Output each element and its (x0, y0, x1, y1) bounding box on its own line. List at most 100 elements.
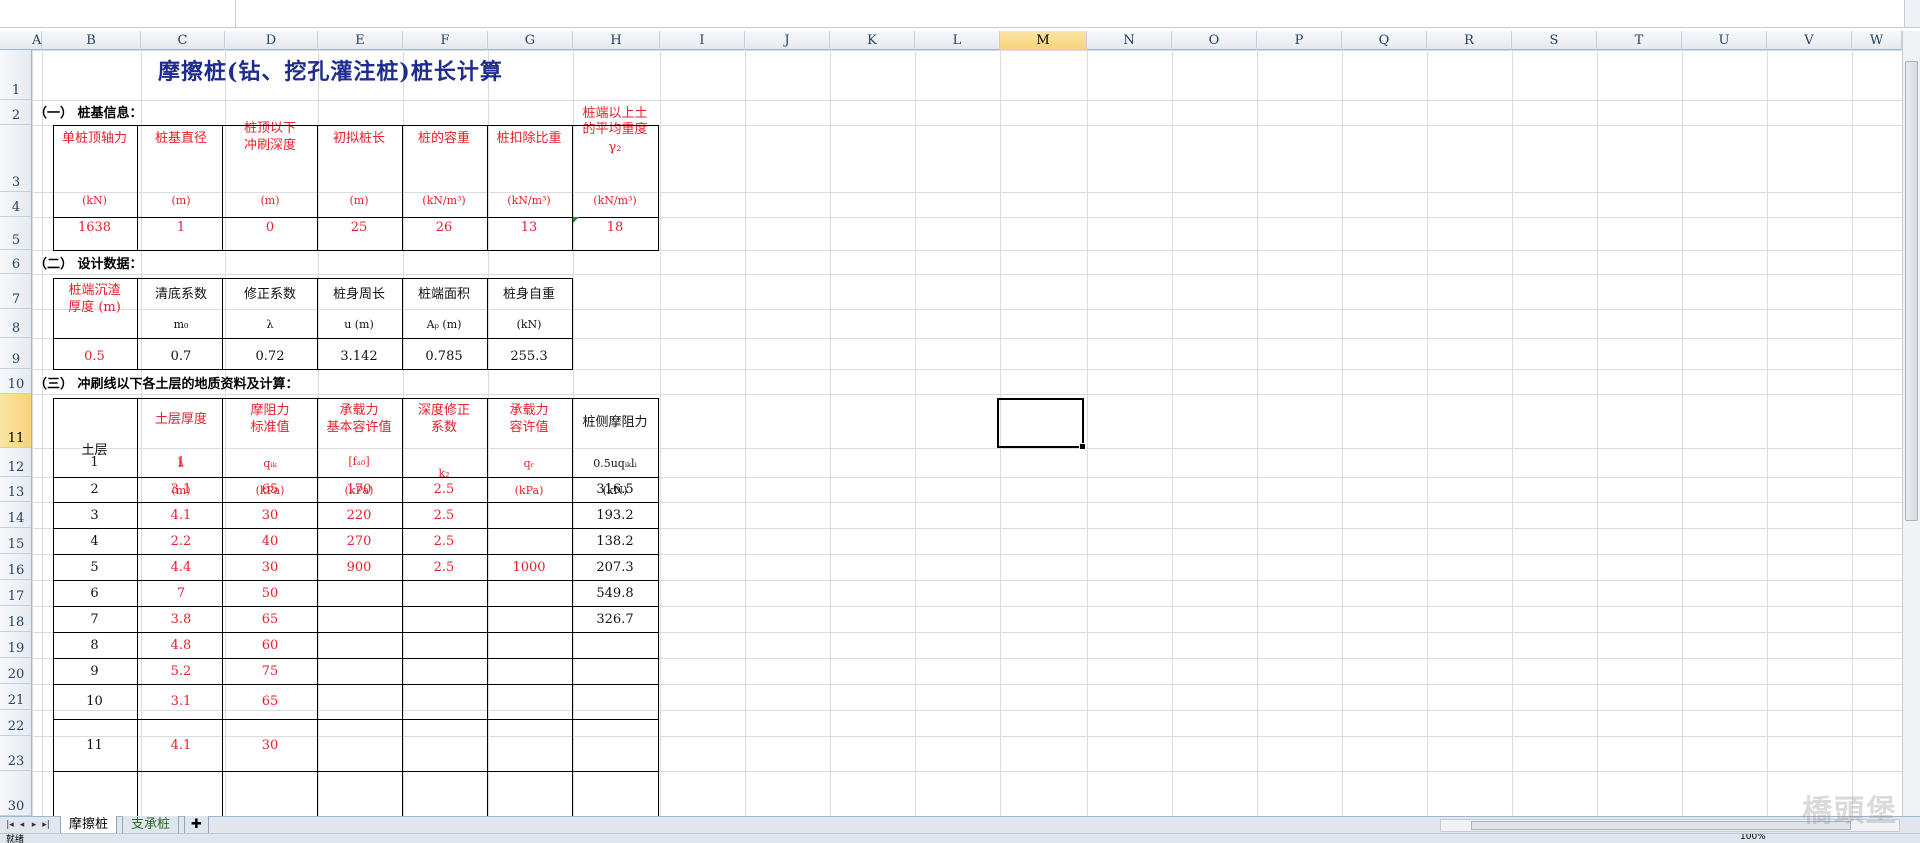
t3-cell-r[interactable]: 549.8 (573, 580, 657, 606)
next-sheet-icon[interactable]: ▸ (28, 819, 40, 831)
row-header[interactable]: 13 (0, 477, 31, 502)
t3-cell-k[interactable]: 2.5 (403, 477, 485, 502)
t3-cell-l[interactable]: 4.1 (140, 719, 222, 771)
t3-cell-r[interactable] (573, 684, 657, 719)
t2-value-perimeter[interactable]: 3.142 (318, 346, 400, 366)
row-header[interactable]: 7 (0, 274, 31, 309)
column-header[interactable]: A (32, 31, 42, 50)
vertical-scrollbar[interactable] (1902, 31, 1920, 816)
row-header[interactable]: 30 (0, 771, 31, 816)
t3-cell-n[interactable]: 2 (54, 477, 135, 502)
t1-value-dia[interactable]: 1 (140, 217, 222, 237)
t3-cell-f[interactable] (318, 632, 400, 658)
column-header[interactable]: P (1257, 31, 1342, 50)
column-header[interactable]: N (1087, 31, 1172, 50)
t3-cell-k[interactable]: 2.5 (403, 502, 485, 528)
column-header[interactable]: W (1852, 31, 1902, 50)
t3-cell-n[interactable]: 8 (54, 632, 135, 658)
t3-cell-q[interactable]: 60 (224, 632, 316, 658)
t3-cell-f[interactable]: 170 (318, 477, 400, 502)
row-header[interactable]: 23 (0, 736, 31, 771)
t1-value-buoyant[interactable]: 13 (488, 217, 570, 237)
first-sheet-icon[interactable]: |◂ (4, 819, 16, 831)
name-box[interactable] (0, 0, 236, 27)
column-header[interactable]: G (488, 31, 573, 50)
column-header[interactable]: D (225, 31, 318, 50)
row-header[interactable]: 10 (0, 369, 31, 394)
t3-cell-qr[interactable] (488, 606, 570, 632)
row-header[interactable]: 14 (0, 502, 31, 528)
row-header[interactable]: 2 (0, 100, 31, 125)
column-header[interactable]: V (1767, 31, 1852, 50)
row-header[interactable]: 3 (0, 125, 31, 192)
t3-cell-l[interactable]: 3.1 (140, 684, 222, 719)
t3-cell-k[interactable]: 2.5 (403, 554, 485, 580)
t3-cell-k[interactable] (403, 658, 485, 684)
row-header[interactable]: 8 (0, 309, 31, 338)
t3-cell-r[interactable] (573, 658, 657, 684)
t3-cell-l[interactable]: 3.8 (140, 606, 222, 632)
t3-cell-n[interactable]: 9 (54, 658, 135, 684)
t3-cell-f[interactable]: 220 (318, 502, 400, 528)
t3-cell-f[interactable] (318, 719, 400, 771)
row-header[interactable]: 5 (0, 217, 31, 250)
t3-cell-f[interactable] (318, 658, 400, 684)
t3-cell-n[interactable]: 11 (54, 719, 135, 771)
t3-cell-r[interactable] (573, 632, 657, 658)
row-header[interactable]: 21 (0, 684, 31, 710)
t3-cell-k[interactable] (403, 719, 485, 771)
tab-sheet-1[interactable]: 摩擦桩 (60, 816, 118, 834)
t2-value-clean[interactable]: 0.7 (140, 346, 222, 366)
t3-cell-q[interactable]: 65 (224, 606, 316, 632)
t3-cell-q[interactable]: 30 (224, 719, 316, 771)
t1-value-scour[interactable]: 0 (224, 217, 316, 237)
row-header[interactable]: 9 (0, 338, 31, 369)
row-header[interactable]: 20 (0, 658, 31, 684)
t3-cell-n[interactable]: 3 (54, 502, 135, 528)
column-header[interactable]: U (1682, 31, 1767, 50)
t3-cell-k[interactable] (403, 606, 485, 632)
t3-cell-q[interactable]: 65 (224, 684, 316, 719)
column-header[interactable]: H (573, 31, 660, 50)
active-cell[interactable] (997, 398, 1086, 450)
horizontal-scroll-thumb[interactable] (1471, 821, 1851, 830)
t3-cell-n[interactable]: 7 (54, 606, 135, 632)
t3-cell-q[interactable]: 30 (224, 554, 316, 580)
t3-cell-r[interactable]: 207.3 (573, 554, 657, 580)
t3-cell-k[interactable]: 2.5 (403, 528, 485, 554)
t3-cell-l[interactable]: 4.4 (140, 554, 222, 580)
t3-cell-q[interactable]: 65 (224, 477, 316, 502)
column-header[interactable]: L (915, 31, 1000, 50)
cell-grid[interactable]: 摩擦桩(钻、挖孔灌注桩)桩长计算 （一） 桩基信息： 单桩顶轴力 (kN) 16… (32, 50, 1902, 816)
t3-cell-qr[interactable] (488, 477, 570, 502)
column-header[interactable]: K (830, 31, 915, 50)
t3-cell-l[interactable]: 4.1 (140, 502, 222, 528)
t3-cell-qr[interactable] (488, 502, 570, 528)
t3-cell-k[interactable] (403, 684, 485, 719)
t3-cell-qr[interactable] (488, 632, 570, 658)
row-header[interactable]: 15 (0, 528, 31, 554)
column-header[interactable]: R (1427, 31, 1512, 50)
t3-cell-q[interactable]: 40 (224, 528, 316, 554)
t1-value-unit-weight[interactable]: 26 (403, 217, 485, 237)
row-header[interactable]: 17 (0, 580, 31, 606)
t3-cell-n[interactable]: 1 (54, 448, 135, 477)
t3-cell-k[interactable] (403, 580, 485, 606)
formula-expand-button[interactable] (1904, 0, 1920, 27)
t3-cell-f[interactable]: 270 (318, 528, 400, 554)
t1-value-length[interactable]: 25 (318, 217, 400, 237)
row-header[interactable]: 19 (0, 632, 31, 658)
t3-cell-l[interactable]: 3.1 (140, 477, 222, 502)
t3-cell-f[interactable]: 900 (318, 554, 400, 580)
t3-cell-q[interactable]: 30 (224, 502, 316, 528)
t3-cell-q[interactable]: 75 (224, 658, 316, 684)
new-sheet-icon[interactable]: ✚ (184, 816, 209, 834)
t3-cell-n[interactable]: 5 (54, 554, 135, 580)
t3-cell-r[interactable]: 138.2 (573, 528, 657, 554)
t3-cell-l[interactable]: 1 (140, 448, 222, 477)
prev-sheet-icon[interactable]: ◂ (16, 819, 28, 831)
column-header[interactable]: C (141, 31, 225, 50)
column-header[interactable]: J (745, 31, 830, 50)
vertical-scroll-thumb[interactable] (1905, 61, 1918, 521)
row-header[interactable]: 22 (0, 710, 31, 736)
